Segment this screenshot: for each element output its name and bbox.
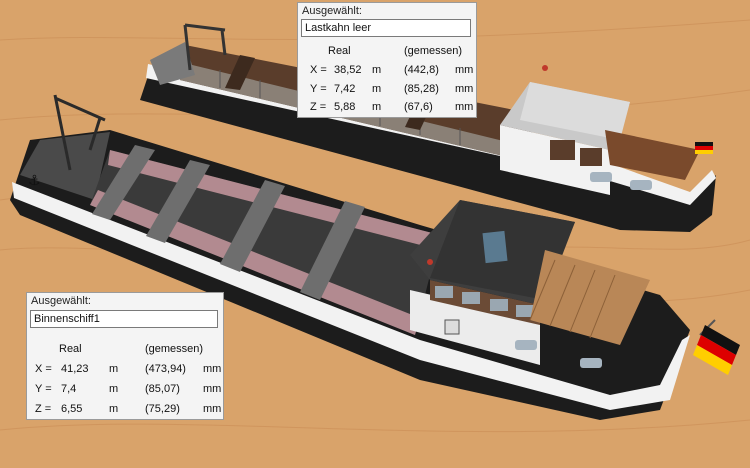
selected-object-name-field[interactable]: Lastkahn leer (301, 19, 471, 37)
x-measured-value: (473,94) (145, 363, 186, 375)
z-real-value: 5,88 (334, 101, 356, 113)
axis-y-label: Y = (35, 383, 52, 395)
x-unit: m (109, 363, 119, 375)
selection-panel-binnenschiff: Ausgewählt: Binnenschiff1 Real (gemessen… (26, 292, 224, 420)
z-unit: m (372, 101, 382, 113)
y-measured-value: (85,28) (404, 83, 439, 95)
col-measured-label: (gemessen) (145, 343, 204, 355)
axis-x-label: X = (310, 64, 327, 76)
z-unit: m (109, 403, 119, 415)
y-unit2: mm (455, 83, 474, 95)
y-measured-value: (85,07) (145, 383, 180, 395)
x-real-value: 38,52 (334, 64, 362, 76)
y-real-value: 7,4 (61, 383, 77, 395)
col-real-label: Real (59, 343, 82, 355)
y-real-value: 7,42 (334, 83, 356, 95)
col-measured-label: (gemessen) (404, 45, 463, 57)
selection-panel-lastkahn: Ausgewählt: Lastkahn leer Real (gemessen… (297, 2, 477, 118)
z-unit2: mm (455, 101, 474, 113)
x-real-value: 41,23 (61, 363, 89, 375)
axis-z-label: Z = (35, 403, 52, 415)
axis-z-label: Z = (310, 101, 327, 113)
y-unit: m (109, 383, 119, 395)
x-measured-value: (442,8) (404, 64, 439, 76)
y-unit: m (372, 83, 382, 95)
selected-object-name-field[interactable]: Binnenschiff1 (30, 310, 218, 328)
x-unit2: mm (203, 363, 222, 375)
svg-text:⚓: ⚓ (28, 173, 41, 189)
x-unit2: mm (455, 64, 474, 76)
z-unit2: mm (203, 403, 222, 415)
x-unit: m (372, 64, 382, 76)
axis-y-label: Y = (310, 83, 327, 95)
z-measured-value: (67,6) (404, 101, 433, 113)
z-measured-value: (75,29) (145, 403, 180, 415)
z-real-value: 6,55 (61, 403, 83, 415)
col-real-label: Real (328, 45, 351, 57)
y-unit2: mm (203, 383, 222, 395)
selected-caption: Ausgewählt: (31, 295, 91, 307)
selected-caption: Ausgewählt: (302, 5, 362, 17)
axis-x-label: X = (35, 363, 52, 375)
